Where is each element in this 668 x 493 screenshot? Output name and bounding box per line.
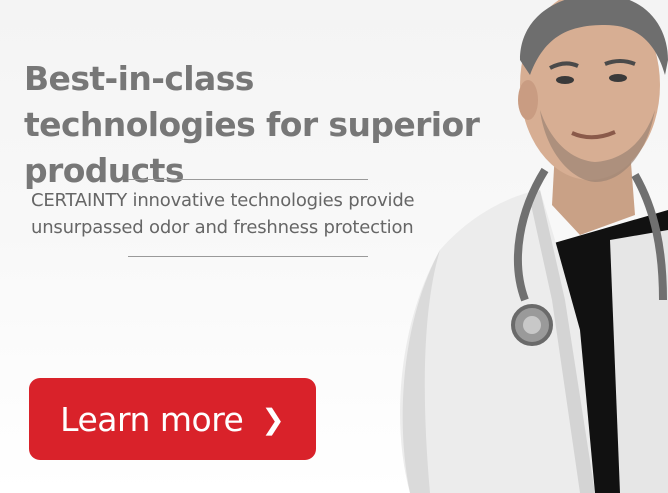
subtext: CERTAINTY innovative technologies provid…	[31, 190, 415, 238]
learn-more-label: Learn more	[60, 399, 244, 439]
divider-bottom	[128, 256, 368, 257]
headline: Best-in-class technologies for superior …	[24, 59, 480, 190]
learn-more-button[interactable]: Learn more ❯	[29, 378, 316, 460]
chevron-right-icon: ❯	[261, 402, 285, 436]
divider-top	[128, 179, 368, 180]
promo-banner: Best-in-class technologies for superior …	[0, 0, 668, 493]
